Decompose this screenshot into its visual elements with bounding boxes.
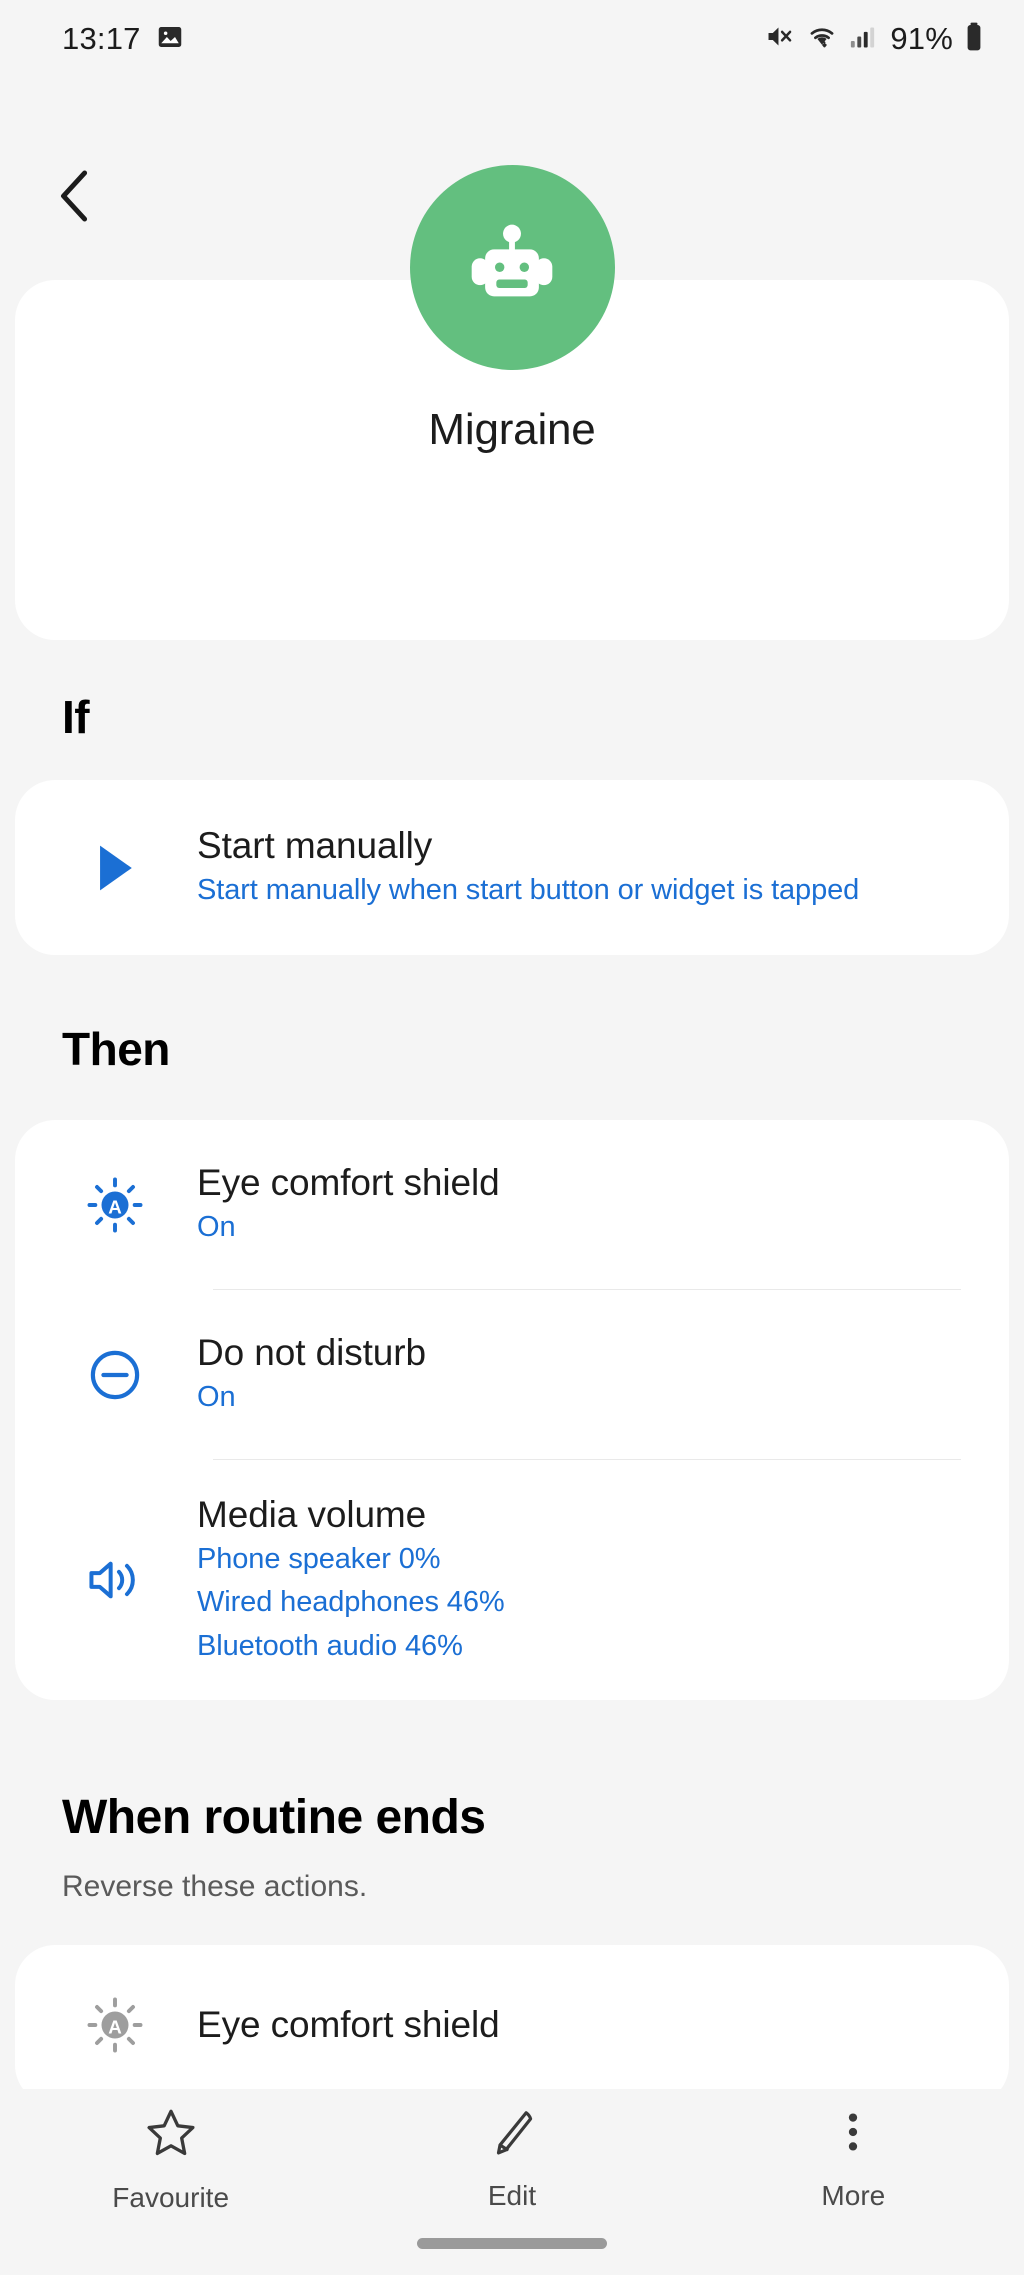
condition-text-block: Start manually Start manually when start… bbox=[197, 823, 859, 912]
routine-header-card: Migraine bbox=[15, 165, 1009, 640]
status-bar-right: 91% bbox=[764, 21, 984, 58]
do-not-disturb-icon bbox=[67, 1346, 163, 1404]
image-icon bbox=[155, 22, 185, 57]
bottom-bar-label-more: More bbox=[821, 2180, 886, 2211]
svg-text:A: A bbox=[108, 2016, 122, 2037]
mute-icon bbox=[764, 21, 795, 57]
bottom-bar-item-favourite[interactable]: Favourite bbox=[0, 2105, 341, 2214]
section-heading-if: If bbox=[62, 691, 90, 743]
svg-text:A: A bbox=[108, 1196, 122, 1217]
end-action-text-block: Eye comfort shield bbox=[197, 2002, 500, 2048]
status-bar-clock: 13:17 bbox=[62, 21, 141, 56]
action-text-block: Do not disturb On bbox=[197, 1330, 426, 1419]
battery-icon bbox=[964, 21, 984, 58]
action-text-block: Eye comfort shield On bbox=[197, 1160, 500, 1249]
bottom-action-bar: Favourite Edit More bbox=[0, 2089, 1024, 2275]
eye-comfort-shield-icon: A bbox=[67, 1995, 163, 2055]
condition-subtitle: Start manually when start button or widg… bbox=[197, 873, 860, 906]
status-bar: 13:17 91% bbox=[0, 0, 1024, 78]
play-triangle-icon bbox=[67, 840, 163, 896]
pencil-icon bbox=[485, 2105, 539, 2164]
routine-detail-screen: 13:17 91% Migraine If Start manually Sta… bbox=[0, 0, 1024, 2275]
section-subheading-when-routine-ends: Reverse these actions. bbox=[62, 1870, 368, 1903]
action-subtitle: On bbox=[197, 1211, 236, 1244]
then-card: A Eye comfort shield On Do not disturb O… bbox=[15, 1120, 1009, 1700]
condition-row-start-manually[interactable]: Start manually Start manually when start… bbox=[15, 780, 1009, 955]
battery-percent-label: 91% bbox=[890, 21, 953, 56]
action-text-block: Media volume Phone speaker 0% Wired head… bbox=[197, 1492, 505, 1668]
media-volume-icon bbox=[67, 1551, 163, 1609]
routine-avatar[interactable] bbox=[409, 165, 615, 370]
home-indicator[interactable] bbox=[417, 2238, 607, 2249]
action-row-media-volume[interactable]: Media volume Phone speaker 0% Wired head… bbox=[15, 1460, 1009, 1700]
action-title: Do not disturb bbox=[197, 1332, 426, 1374]
action-subtitle: On bbox=[197, 1381, 236, 1414]
action-row-eye-comfort-shield[interactable]: A Eye comfort shield On bbox=[15, 1120, 1009, 1290]
section-heading-when-routine-ends: When routine ends bbox=[62, 1791, 486, 1844]
end-action-title: Eye comfort shield bbox=[197, 2004, 500, 2046]
when-routine-ends-card: A Eye comfort shield bbox=[15, 1945, 1009, 2105]
action-subtitle-wired-headphones: Wired headphones 46% bbox=[197, 1586, 505, 1619]
cellular-signal-icon bbox=[849, 21, 876, 57]
action-title: Media volume bbox=[197, 1493, 427, 1535]
chevron-left-icon bbox=[52, 167, 98, 230]
action-subtitle-bluetooth-audio: Bluetooth audio 46% bbox=[197, 1629, 463, 1662]
status-bar-left: 13:17 bbox=[62, 21, 185, 57]
condition-title: Start manually bbox=[197, 824, 433, 866]
end-action-row-eye-comfort-shield[interactable]: A Eye comfort shield bbox=[15, 1945, 1009, 2105]
bottom-bar-item-edit[interactable]: Edit bbox=[341, 2105, 682, 2212]
more-vertical-icon bbox=[828, 2105, 878, 2164]
action-title: Eye comfort shield bbox=[197, 1162, 500, 1204]
star-icon bbox=[143, 2105, 199, 2166]
if-card: Start manually Start manually when start… bbox=[15, 780, 1009, 955]
action-subtitle-phone-speaker: Phone speaker 0% bbox=[197, 1542, 441, 1575]
bottom-bar-label-edit: Edit bbox=[487, 2180, 537, 2211]
routine-title: Migraine bbox=[428, 405, 596, 454]
action-row-do-not-disturb[interactable]: Do not disturb On bbox=[15, 1290, 1009, 1460]
bottom-bar-label-favourite: Favourite bbox=[112, 2182, 230, 2213]
robot-icon bbox=[456, 209, 568, 326]
bottom-bar-item-more[interactable]: More bbox=[683, 2105, 1024, 2212]
back-button[interactable] bbox=[32, 155, 118, 241]
wifi-icon bbox=[806, 21, 838, 57]
eye-comfort-shield-icon: A bbox=[67, 1175, 163, 1235]
section-heading-then: Then bbox=[62, 1023, 170, 1075]
